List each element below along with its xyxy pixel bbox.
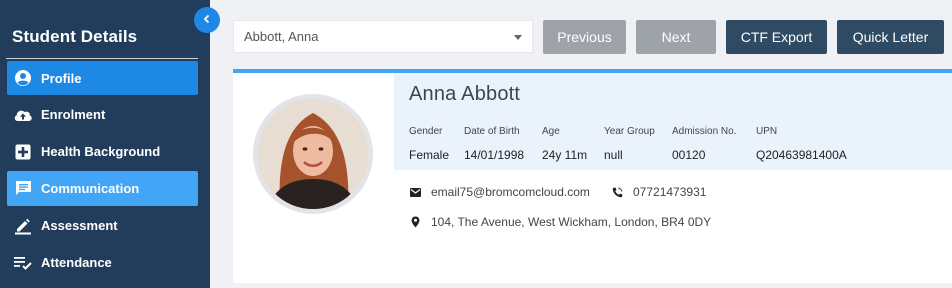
student-phone[interactable]: 07721473931 xyxy=(611,185,706,199)
sidebar-item-label: Communication xyxy=(41,181,140,196)
location-pin-icon xyxy=(409,216,421,228)
sidebar-item-profile[interactable]: Profile xyxy=(7,61,198,95)
student-select-value: Abbott, Anna xyxy=(244,29,319,44)
sidebar-item-label: Health Background xyxy=(41,144,161,159)
sidebar-nav: Profile Enrolment Health Background Comm… xyxy=(7,61,198,282)
field-label: UPN xyxy=(756,126,778,137)
quick-letter-button[interactable]: Quick Letter xyxy=(837,20,944,54)
checklist-icon xyxy=(13,253,33,273)
student-select[interactable]: Abbott, Anna xyxy=(233,20,533,53)
field-label: Year Group xyxy=(604,126,655,137)
field-value: 24y 11m xyxy=(542,148,588,162)
field-admission-no: Admission No. 00120 xyxy=(672,126,736,162)
medical-plus-icon xyxy=(13,142,33,162)
field-value: null xyxy=(604,148,623,162)
field-date-of-birth: Date of Birth 14/01/1998 xyxy=(464,126,524,162)
ctf-export-button[interactable]: CTF Export xyxy=(726,20,827,54)
field-value: 00120 xyxy=(672,148,706,162)
sidebar-item-attendance[interactable]: Attendance xyxy=(7,245,198,280)
student-photo xyxy=(253,94,373,214)
field-label: Gender xyxy=(409,126,443,137)
sidebar-divider xyxy=(6,58,198,59)
phone-text: 07721473931 xyxy=(633,185,707,199)
field-year-group: Year Group null xyxy=(604,126,655,162)
next-button[interactable]: Next xyxy=(636,20,716,54)
student-email[interactable]: email75@bromcomcloud.com xyxy=(409,185,590,199)
sidebar: Student Details Profile Enrolment Health… xyxy=(0,0,210,288)
sidebar-item-label: Profile xyxy=(41,70,82,86)
field-value: Q20463981400A xyxy=(756,148,847,162)
email-icon xyxy=(409,186,421,198)
field-age: Age 24y 11m xyxy=(542,126,587,162)
account-circle-icon xyxy=(13,68,33,88)
field-label: Admission No. xyxy=(672,126,737,137)
profile-card: Anna Abbott Gender Female Date of Birth … xyxy=(233,69,952,283)
sidebar-item-label: Enrolment xyxy=(41,107,106,122)
field-gender: Gender Female xyxy=(409,126,449,162)
chevron-left-icon xyxy=(202,11,212,29)
field-label: Age xyxy=(542,126,560,137)
chat-icon xyxy=(13,179,33,199)
field-value: 14/01/1998 xyxy=(464,148,525,162)
field-value: Female xyxy=(409,148,450,162)
collapse-sidebar-button[interactable] xyxy=(194,7,220,33)
phone-icon xyxy=(611,186,623,198)
student-address: 104, The Avenue, West Wickham, London, B… xyxy=(409,215,711,229)
sidebar-title: Student Details xyxy=(12,27,138,46)
sidebar-item-label: Assessment xyxy=(41,218,118,233)
sidebar-item-enrolment[interactable]: Enrolment xyxy=(7,97,198,132)
cloud-upload-icon xyxy=(13,105,33,125)
address-text: 104, The Avenue, West Wickham, London, B… xyxy=(431,215,712,229)
student-name: Anna Abbott xyxy=(409,83,521,105)
sidebar-item-health-background[interactable]: Health Background xyxy=(7,134,198,169)
previous-button[interactable]: Previous xyxy=(543,20,626,54)
email-text: email75@bromcomcloud.com xyxy=(431,185,590,199)
sidebar-item-assessment[interactable]: Assessment xyxy=(7,208,198,243)
sidebar-item-label: Attendance xyxy=(41,255,112,270)
field-label: Date of Birth xyxy=(464,126,520,137)
field-upn: UPN Q20463981400A xyxy=(756,126,847,162)
pencil-icon xyxy=(13,216,33,236)
dropdown-caret-icon xyxy=(514,35,522,40)
sidebar-item-communication[interactable]: Communication xyxy=(7,171,198,206)
